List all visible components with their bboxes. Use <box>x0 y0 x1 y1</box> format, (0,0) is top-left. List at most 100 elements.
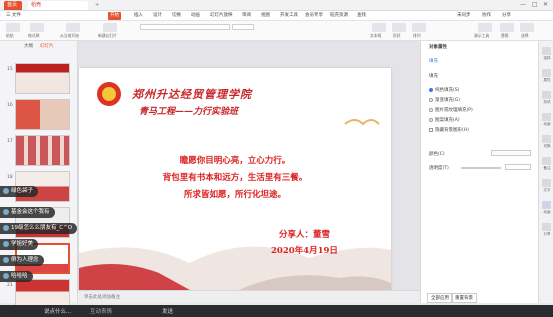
minimize-icon[interactable]: — <box>520 1 526 8</box>
menu-review[interactable]: 审阅 <box>240 12 253 20</box>
close-icon[interactable]: ✕ <box>543 1 548 8</box>
chat-message: 绿色袋子 <box>0 186 39 197</box>
share-button[interactable]: 分享 <box>500 12 513 20</box>
arrange-button[interactable] <box>412 23 426 32</box>
title-bar: 首页 稻壳 + — □ ✕ <box>0 0 553 11</box>
option-label: 图案填充(A) <box>435 118 460 123</box>
emoji-button[interactable]: 互动表情 <box>90 307 112 315</box>
menu-slideshow[interactable]: 幻灯片放映 <box>208 12 235 20</box>
menu-search[interactable]: 查找 <box>355 12 368 20</box>
slide-number: 17 <box>7 139 13 144</box>
chat-input[interactable]: 说点什么... <box>44 307 71 315</box>
notes-bar[interactable]: 单击此处添加备注 <box>78 290 420 303</box>
slide-thumbnail[interactable] <box>15 63 70 94</box>
shape-button[interactable] <box>392 23 406 32</box>
paste-button[interactable] <box>6 23 20 32</box>
transition-icon[interactable] <box>542 135 551 143</box>
fill-section-header[interactable]: 填充 <box>429 73 438 79</box>
presenter-name: 分享人：董雪 <box>279 230 331 240</box>
tab-home[interactable]: 首页 <box>4 1 22 10</box>
tab-outline[interactable]: 大纲 <box>24 43 33 49</box>
avatar <box>3 208 9 215</box>
fill-option-picture[interactable]: 图片或纹理填充(P) <box>429 107 473 113</box>
notes-icon[interactable] <box>542 157 551 165</box>
play-from-current-label: 从当前开始 <box>60 33 79 38</box>
slide-thumbnail[interactable] <box>15 135 70 166</box>
object-properties-panel: 对象属性 填充 填充 纯色填充(S) 渐变填充(G) 图片或纹理填充(P) 图案… <box>420 41 538 303</box>
tab-fill[interactable]: 填充 <box>429 58 438 64</box>
slide-text-line: 所求皆如愿，所行化坦途。 <box>183 190 286 200</box>
panel-title: 对象属性 <box>429 45 447 50</box>
panel-tabs: 大纲 幻灯片 <box>0 41 78 50</box>
menu-bar: 三 文件 开始 插入 设计 切换 动画 幻灯片放映 审阅 视图 开发工具 会员专… <box>0 11 553 21</box>
color-select[interactable] <box>491 150 531 156</box>
menu-transition[interactable]: 切换 <box>170 12 183 20</box>
ribbon-toolbar: 粘贴 格式刷 从当前开始 新建幻灯片 文本框 形状 排列 演示工具 替换 选择 <box>0 21 553 41</box>
fill-option-pattern[interactable]: 图案填充(A) <box>429 117 460 123</box>
menu-docer[interactable]: 稻壳资源 <box>328 12 350 20</box>
sync-status[interactable]: 未同步 <box>455 12 473 20</box>
collaborate-button[interactable]: 协作 <box>480 12 493 20</box>
send-button[interactable]: 发送 <box>162 307 173 315</box>
menu-animation[interactable]: 动画 <box>189 12 202 20</box>
option-label: 纯色填充(S) <box>435 88 460 93</box>
option-label: 图片或纹理填充(P) <box>435 108 473 113</box>
menu-insert[interactable]: 插入 <box>132 12 145 20</box>
strip-label: 动画 <box>543 210 551 214</box>
add-tab-button[interactable]: + <box>92 1 102 10</box>
transparency-input[interactable] <box>505 164 531 170</box>
select-icon[interactable] <box>542 47 551 55</box>
menu-member[interactable]: 会员专享 <box>303 12 325 20</box>
slide-number: 16 <box>7 103 13 108</box>
slide-number: 21 <box>7 283 13 288</box>
avatar <box>3 240 9 247</box>
new-slide-button[interactable] <box>103 23 117 32</box>
tab-docer[interactable]: 稻壳 <box>28 1 88 10</box>
select-label: 选择 <box>521 33 529 38</box>
slide-subtitle: 青马工程——力行实验班 <box>139 107 239 117</box>
current-slide[interactable]: 郑州升达经贸管理学院 青马工程——力行实验班 瞻愿你目明心亮，立心力行。 背包里… <box>79 68 391 295</box>
animation-icon[interactable] <box>542 113 551 121</box>
avatar <box>3 272 9 279</box>
shape-label: 形状 <box>393 33 401 38</box>
menu-file[interactable]: 三 文件 <box>4 12 23 20</box>
text-icon[interactable] <box>542 179 551 187</box>
fill-option-solid[interactable]: 纯色填充(S) <box>429 87 459 93</box>
animation-icon[interactable] <box>542 201 551 209</box>
radio-icon <box>429 87 433 92</box>
menu-view[interactable]: 视图 <box>259 12 272 20</box>
notes-placeholder[interactable]: 单击此处添加备注 <box>84 294 120 300</box>
select-button[interactable] <box>520 23 534 32</box>
menu-design[interactable]: 设计 <box>151 12 164 20</box>
font-size-select[interactable] <box>232 24 254 30</box>
play-from-current-button[interactable] <box>66 23 80 32</box>
transparency-slider[interactable] <box>461 167 501 169</box>
slide-text-line: 背包里有书本和远方，生活里有三餐。 <box>162 173 308 183</box>
maximize-icon[interactable]: □ <box>532 1 538 8</box>
radio-icon <box>429 107 433 112</box>
new-slide-label: 新建幻灯片 <box>98 33 117 38</box>
menu-home[interactable]: 开始 <box>108 12 121 20</box>
replace-button[interactable] <box>500 23 514 32</box>
strip-label: 备注 <box>543 166 551 170</box>
presentation-tools-button[interactable] <box>478 23 492 32</box>
menu-developer[interactable]: 开发工具 <box>278 12 300 20</box>
tab-slides[interactable]: 幻灯片 <box>40 43 54 49</box>
slide-number: 15 <box>7 67 13 72</box>
chat-input-bar: 说点什么... 互动表情 发送 <box>0 305 553 317</box>
textbox-label: 文本框 <box>370 33 382 38</box>
fill-option-gradient[interactable]: 渐变填充(G) <box>429 97 460 103</box>
apply-all-button[interactable]: 全部应用 <box>427 293 453 303</box>
format-painter-label: 格式刷 <box>28 33 40 38</box>
slide-thumbnail[interactable] <box>15 99 70 130</box>
textbox-button[interactable] <box>372 23 386 32</box>
properties-icon[interactable] <box>542 69 551 77</box>
slide-editing-area: 郑州升达经贸管理学院 青马工程——力行实验班 瞻愿你目明心亮，立心力行。 背包里… <box>78 41 420 303</box>
share-icon[interactable] <box>542 223 551 231</box>
hide-background-checkbox[interactable]: 隐藏背景图形(H) <box>429 127 469 133</box>
shape-icon[interactable] <box>542 91 551 99</box>
font-family-select[interactable] <box>140 24 230 30</box>
format-painter-button[interactable] <box>30 23 44 32</box>
strip-label: 属性 <box>543 78 551 82</box>
reset-background-button[interactable]: 重置背景 <box>451 293 477 303</box>
